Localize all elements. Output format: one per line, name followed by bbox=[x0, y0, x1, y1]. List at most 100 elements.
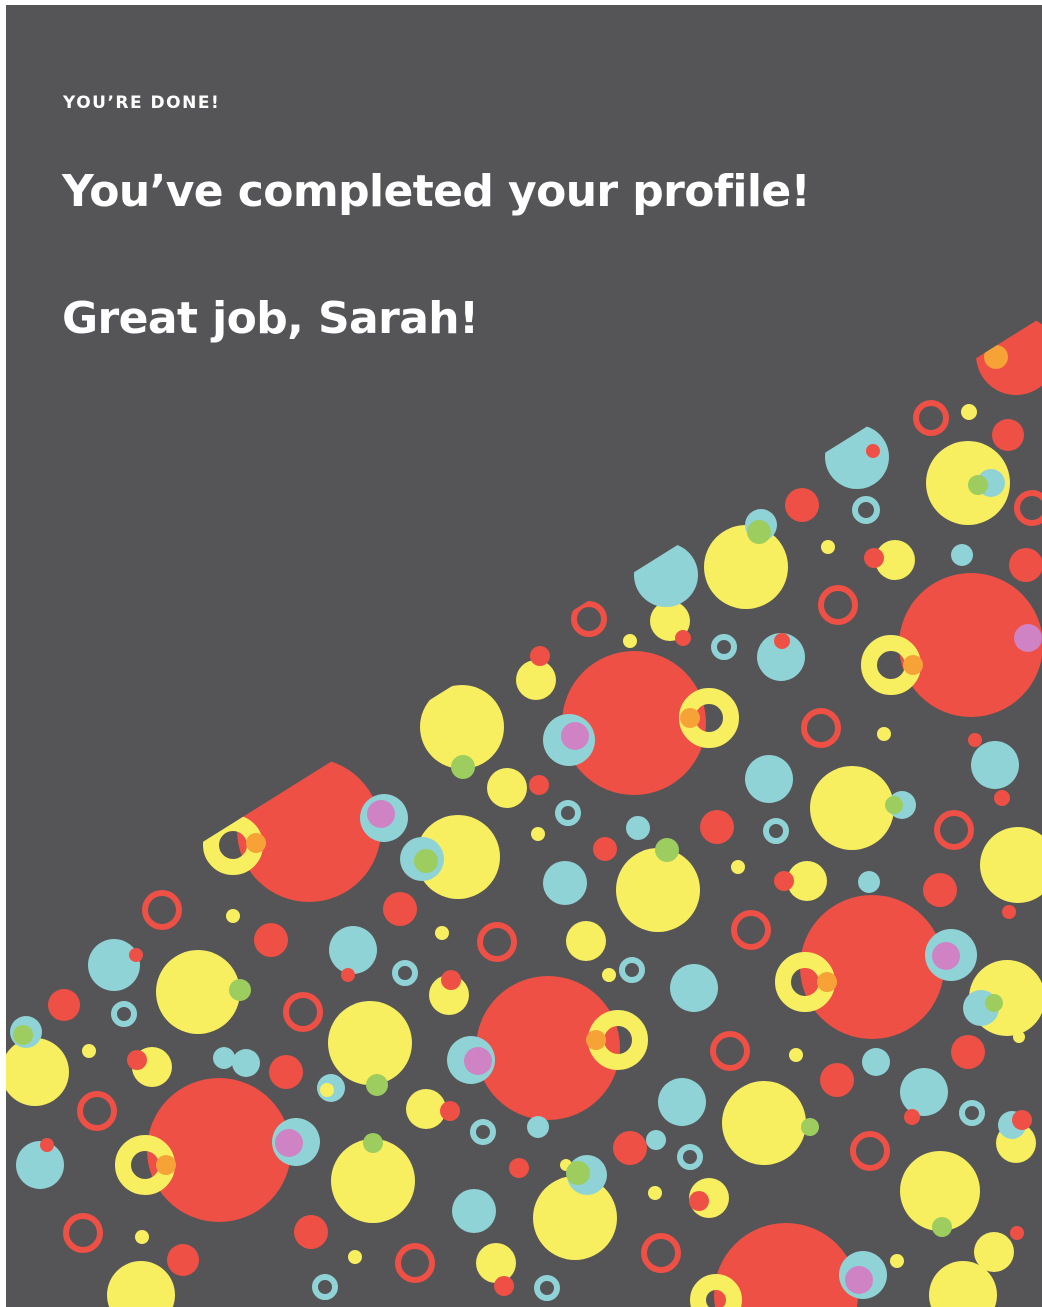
confetti-dot bbox=[341, 968, 355, 982]
confetti-dot bbox=[992, 419, 1024, 451]
confetti-dot bbox=[232, 1049, 260, 1077]
confetti-dot bbox=[156, 950, 240, 1034]
confetti-dot bbox=[774, 871, 794, 891]
confetti-dot bbox=[985, 994, 1003, 1012]
confetti-ring bbox=[619, 957, 645, 983]
confetti-dot bbox=[951, 1035, 985, 1069]
confetti-dot bbox=[655, 838, 679, 862]
confetti-dot bbox=[48, 989, 80, 1021]
confetti-dot bbox=[626, 816, 650, 840]
confetti-dot bbox=[1013, 1031, 1025, 1043]
confetti-dot bbox=[494, 1276, 514, 1296]
confetti-ring bbox=[913, 400, 949, 436]
confetti-dot bbox=[527, 1116, 549, 1138]
confetti-dot bbox=[877, 727, 891, 741]
confetti-dot bbox=[107, 1261, 175, 1307]
confetti-dot bbox=[464, 1047, 492, 1075]
confetti-dot bbox=[127, 1050, 147, 1070]
confetti-ring bbox=[852, 496, 880, 524]
confetti-dot bbox=[129, 948, 143, 962]
confetti-dot bbox=[586, 1030, 606, 1050]
confetti-dot bbox=[961, 404, 977, 420]
confetti-dot bbox=[623, 634, 637, 648]
confetti-dot bbox=[789, 1048, 803, 1062]
confetti-dot bbox=[903, 655, 923, 675]
confetti-dot bbox=[561, 722, 589, 750]
confetti-ring bbox=[392, 960, 418, 986]
confetti-dot bbox=[406, 1089, 446, 1129]
confetti-dot bbox=[367, 800, 395, 828]
congrats-message: Great job, Sarah! bbox=[62, 293, 479, 344]
confetti-dot bbox=[254, 923, 288, 957]
confetti-dot bbox=[530, 646, 550, 666]
confetti-dot bbox=[971, 741, 1019, 789]
confetti-dot bbox=[634, 543, 698, 607]
confetti-dot bbox=[722, 1081, 806, 1165]
confetti-dot bbox=[1014, 624, 1042, 652]
confetti-dot bbox=[593, 837, 617, 861]
confetti-dot bbox=[414, 849, 438, 873]
confetti-dot bbox=[862, 1048, 890, 1076]
confetti-ring bbox=[142, 890, 182, 930]
confetti-ring bbox=[283, 992, 323, 1032]
confetti-dot bbox=[451, 755, 475, 779]
confetti-dot bbox=[968, 733, 982, 747]
confetti-dot bbox=[747, 520, 771, 544]
confetti-dot bbox=[700, 810, 734, 844]
confetti-dot bbox=[731, 860, 745, 874]
confetti-dot bbox=[689, 1191, 709, 1211]
confetti-dot bbox=[328, 1001, 412, 1085]
confetti-dot bbox=[435, 926, 449, 940]
confetti-dot bbox=[680, 708, 700, 728]
completion-card: YOU’RE DONE! You’ve completed your profi… bbox=[6, 5, 1042, 1307]
confetti-ring bbox=[77, 1091, 117, 1131]
confetti-dot bbox=[994, 790, 1010, 806]
confetti-dot bbox=[543, 861, 587, 905]
confetti-ring bbox=[959, 1100, 985, 1126]
confetti-dot bbox=[821, 540, 835, 554]
confetti-dot bbox=[616, 848, 700, 932]
confetti-ring bbox=[555, 800, 581, 826]
confetti-ring bbox=[677, 1144, 703, 1170]
confetti-dot bbox=[229, 979, 251, 1001]
confetti-dot bbox=[226, 909, 240, 923]
confetti-dot bbox=[566, 921, 606, 961]
confetti-dot bbox=[602, 968, 616, 982]
confetti-dot bbox=[646, 1130, 666, 1150]
confetti-dot bbox=[1012, 1110, 1032, 1130]
confetti-ring bbox=[395, 1243, 435, 1283]
confetti-dot bbox=[366, 1074, 388, 1096]
confetti-dot bbox=[801, 1118, 819, 1136]
confetti-dot bbox=[363, 1133, 383, 1153]
confetti-dot bbox=[984, 345, 1008, 369]
confetti-dot bbox=[516, 660, 556, 700]
confetti-dot bbox=[441, 970, 461, 990]
confetti-ring bbox=[801, 708, 841, 748]
confetti-dot bbox=[932, 1217, 952, 1237]
confetti-dot bbox=[923, 873, 957, 907]
confetti-dot bbox=[845, 1266, 873, 1294]
confetti-ring bbox=[477, 922, 517, 962]
confetti-ring bbox=[710, 1031, 750, 1071]
confetti-dot bbox=[13, 1025, 33, 1045]
confetti-dot bbox=[294, 1215, 328, 1249]
done-eyebrow: YOU’RE DONE! bbox=[63, 93, 221, 113]
confetti-ring bbox=[763, 818, 789, 844]
confetti-dot bbox=[885, 796, 903, 814]
confetti-dot bbox=[900, 1068, 948, 1116]
confetti-ring bbox=[111, 1001, 137, 1027]
confetti-dot bbox=[866, 444, 880, 458]
confetti-dot bbox=[275, 1129, 303, 1157]
confetti-ring bbox=[731, 910, 771, 950]
confetti-dot bbox=[810, 766, 894, 850]
confetti-dot bbox=[974, 1232, 1014, 1272]
confetti-dot bbox=[1009, 548, 1042, 582]
confetti-dot bbox=[167, 1244, 199, 1276]
confetti-ring bbox=[63, 1213, 103, 1253]
confetti-dot bbox=[88, 939, 140, 991]
confetti-dot bbox=[820, 1063, 854, 1097]
confetti-ring bbox=[1014, 490, 1042, 526]
confetti-dot bbox=[980, 827, 1042, 903]
confetti-dot bbox=[648, 1186, 662, 1200]
confetti-dot bbox=[476, 1243, 516, 1283]
